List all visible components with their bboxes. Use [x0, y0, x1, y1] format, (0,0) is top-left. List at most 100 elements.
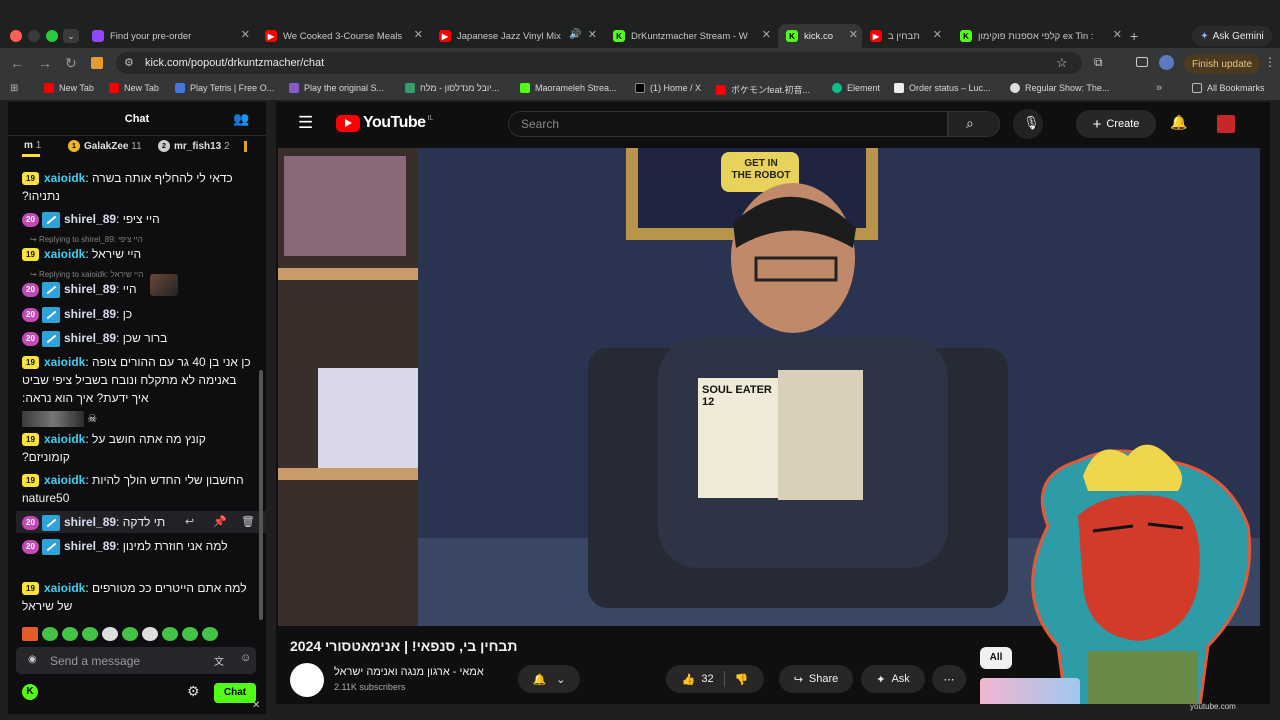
- emote-icon[interactable]: [82, 626, 98, 641]
- close-icon[interactable]: ✕: [933, 28, 942, 41]
- emote-icon[interactable]: [42, 626, 58, 641]
- dislike-button[interactable]: 👎: [735, 673, 749, 686]
- bookmark-item[interactable]: Order status – Luc...: [894, 83, 991, 93]
- channel-name[interactable]: אמאי - ארגון מנגה ואנימה ישראל: [334, 666, 484, 678]
- finish-update-button[interactable]: Finish update: [1184, 54, 1260, 74]
- forward-icon[interactable]: →: [38, 55, 52, 71]
- emote-icon[interactable]: [122, 626, 138, 641]
- more-bookmarks-icon[interactable]: »: [1156, 82, 1162, 94]
- chat-message[interactable]: 20 shirel_89: היי ציפי: [22, 210, 256, 228]
- chat-message[interactable]: 19 xaioidk: קונץ מה אתה חושב על קומוניזם?: [22, 430, 256, 466]
- bookmark-item[interactable]: Regular Show: The...: [1010, 83, 1109, 93]
- bookmark-item[interactable]: (1) Home / X: [635, 83, 701, 93]
- bookmark-item[interactable]: Element: [832, 83, 880, 93]
- url-text[interactable]: kick.com/popout/drkuntzmacher/chat: [145, 57, 324, 69]
- tab-6[interactable]: K קלפי אספנות פוקימון ex Tin : ✕: [960, 27, 1122, 45]
- username[interactable]: shirel_89: [64, 282, 116, 296]
- tab-1[interactable]: ▶ We Cooked 3-Course Meals ✕: [265, 27, 423, 45]
- maximize-window-button[interactable]: [46, 30, 58, 42]
- extensions-puzzle-icon[interactable]: ⧉: [1094, 55, 1103, 70]
- tab-search-dropdown[interactable]: ⌄: [63, 29, 79, 43]
- new-tab-button[interactable]: +: [1130, 28, 1138, 44]
- menu-kebab-icon[interactable]: ⋮: [1264, 55, 1276, 69]
- close-icon[interactable]: ✕: [414, 28, 423, 41]
- reply-context[interactable]: ↪ Replying to xaioidk: היי שיראל: [30, 270, 143, 279]
- close-window-button[interactable]: [10, 30, 22, 42]
- emote-icon[interactable]: [62, 626, 78, 641]
- shield-icon[interactable]: ◉: [28, 654, 37, 665]
- username[interactable]: shirel_89: [64, 307, 116, 321]
- chat-message[interactable]: 19 xaioidk: כדאי לי להחליף אותה בשרה נתני…: [22, 169, 256, 205]
- username[interactable]: shirel_89: [64, 212, 116, 226]
- bookmark-item[interactable]: ポケモンfeat.初音...: [716, 83, 810, 96]
- chat-scrollbar[interactable]: [259, 370, 263, 620]
- bookmark-item[interactable]: Play the original S...: [289, 83, 384, 93]
- emote-icon[interactable]: [102, 626, 118, 641]
- minimize-window-button[interactable]: [28, 30, 40, 42]
- tab-5[interactable]: ▶ תבחין ב ✕: [870, 27, 942, 45]
- kick-logo-icon[interactable]: K: [22, 684, 38, 700]
- share-button[interactable]: ↪ Share: [779, 665, 853, 693]
- bookmark-item[interactable]: Play Tetris | Free O...: [175, 83, 274, 93]
- tab-3[interactable]: K DrKuntzmacher Stream - W ✕: [613, 27, 771, 45]
- send-message-input[interactable]: [50, 652, 210, 669]
- tab-0[interactable]: Find your pre-order ✕: [92, 27, 250, 45]
- username[interactable]: xaioidk: [44, 355, 85, 369]
- close-icon[interactable]: ✕: [1113, 28, 1122, 41]
- hamburger-menu-icon[interactable]: ☰: [298, 113, 313, 133]
- ask-gemini-button[interactable]: ✦ Ask Gemini: [1192, 26, 1272, 46]
- chat-message[interactable]: 19 xaioidk: למה אתם הייטרים ככ מטורפים של…: [22, 579, 256, 615]
- channel-avatar[interactable]: [290, 663, 324, 697]
- voice-search-button[interactable]: 🎙: [1013, 109, 1043, 139]
- tab-2[interactable]: ▶ Japanese Jazz Vinyl Mix 🔊 ✕: [439, 27, 597, 45]
- bookmark-item[interactable]: Maorameleh Strea...: [520, 83, 617, 93]
- reply-icon[interactable]: ↩: [185, 515, 194, 528]
- settings-gear-icon[interactable]: ⚙: [187, 683, 200, 700]
- back-icon[interactable]: ←: [10, 55, 24, 71]
- delete-icon[interactable]: 🗑: [241, 515, 255, 528]
- more-actions-button[interactable]: ⋯: [932, 665, 966, 693]
- bookmark-item[interactable]: New Tab: [109, 83, 159, 93]
- filter-chip-all[interactable]: All: [980, 647, 1012, 669]
- all-bookmarks-folder[interactable]: All Bookmarks: [1192, 83, 1265, 93]
- send-chat-button[interactable]: Chat: [214, 683, 256, 703]
- emote-icon[interactable]: [202, 626, 218, 641]
- bookmark-star-icon[interactable]: ☆: [1056, 55, 1068, 71]
- username[interactable]: shirel_89: [64, 331, 116, 345]
- account-avatar[interactable]: [1217, 115, 1235, 133]
- emote-icon[interactable]: [162, 626, 178, 641]
- profile-avatar[interactable]: [1159, 55, 1174, 70]
- bookmark-item[interactable]: יובל מנדלסון - מלח...: [405, 83, 499, 93]
- username[interactable]: shirel_89: [64, 539, 116, 553]
- notifications-bell-icon[interactable]: 🔔: [1170, 114, 1187, 131]
- username[interactable]: xaioidk: [44, 581, 85, 595]
- reply-context[interactable]: ↪ Replying to shirel_89: היי ציפי: [30, 235, 143, 244]
- username[interactable]: shirel_89: [64, 515, 116, 529]
- username[interactable]: xaioidk: [44, 247, 85, 261]
- emote-icon[interactable]: [182, 626, 198, 641]
- chat-message[interactable]: 19 xaioidk: החשבון שלי החדש הולך להיות na…: [22, 471, 256, 507]
- close-icon[interactable]: ✕: [762, 28, 771, 41]
- translate-icon[interactable]: 文: [214, 653, 224, 668]
- username[interactable]: xaioidk: [44, 171, 85, 185]
- chat-message[interactable]: 19 xaioidk: כן אני בן 40 גר עם ההורים צופ…: [22, 353, 256, 428]
- chat-message[interactable]: 20 shirel_89: ברור שכן: [22, 329, 256, 347]
- close-icon[interactable]: ✕: [252, 700, 260, 711]
- reload-icon[interactable]: ↻: [65, 55, 77, 72]
- like-button[interactable]: 👍 32: [682, 673, 714, 686]
- notification-bell-button[interactable]: 🔔 ⌄: [518, 665, 580, 693]
- close-icon[interactable]: ✕: [849, 28, 858, 41]
- create-button[interactable]: + Create: [1076, 110, 1156, 138]
- fire-emote-icon[interactable]: [22, 626, 38, 641]
- close-icon[interactable]: ✕: [588, 28, 597, 41]
- username[interactable]: xaioidk: [44, 432, 85, 446]
- extension-icon[interactable]: [91, 57, 103, 69]
- speaker-icon[interactable]: 🔊: [569, 29, 581, 40]
- tab-4-active[interactable]: K kick.co ✕: [786, 27, 858, 45]
- chat-message[interactable]: 19 xaioidk: היי שיראל: [22, 245, 256, 263]
- apps-grid-icon[interactable]: ⊞: [10, 83, 18, 94]
- chat-message[interactable]: 20 shirel_89: היי: [22, 274, 256, 298]
- bookmark-item[interactable]: New Tab: [44, 83, 94, 93]
- emote-icon[interactable]: [142, 626, 158, 641]
- username[interactable]: xaioidk: [44, 473, 85, 487]
